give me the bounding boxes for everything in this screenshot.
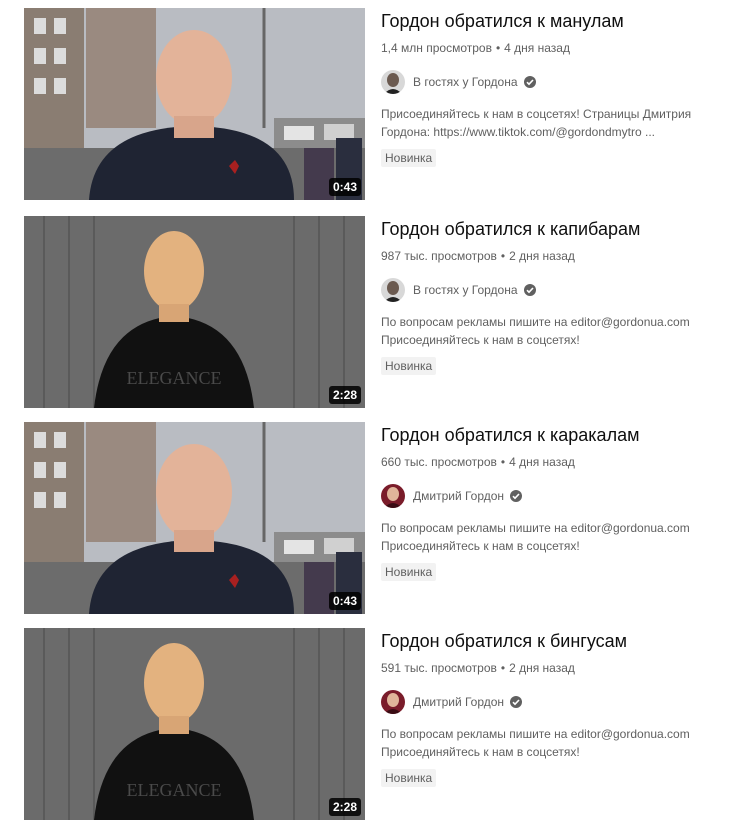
channel-name[interactable]: В гостях у Гордона [413,73,518,91]
video-title[interactable]: Гордон обратился к манулам [381,8,721,34]
view-count: 987 тыс. просмотров [381,249,497,263]
channel-avatar[interactable] [381,690,405,714]
video-meta: 1,4 млн просмотров • 4 дня назад [381,39,721,57]
video-thumbnail[interactable]: 0:43 [24,8,365,200]
description-line: Присоединяйтесь к нам в соцсетях! [381,745,580,759]
meta-separator: • [495,41,501,55]
video-title[interactable]: Гордон обратился к капибарам [381,216,721,242]
channel-avatar[interactable] [381,70,405,94]
video-description: Присоединяйтесь к нам в соцсетях! Страни… [381,105,721,141]
thumbnail-image: ELEGANCE [24,216,365,408]
video-title[interactable]: Гордон обратился к каракалам [381,422,721,448]
channel-link[interactable]: Дмитрий Гордон [381,690,721,714]
video-duration: 0:43 [328,178,361,196]
new-badge: Новинка [381,357,437,375]
upload-age: 4 дня назад [509,455,575,469]
video-thumbnail[interactable]: ELEGANCE 2:28 [24,216,365,408]
video-title[interactable]: Гордон обратился к бингусам [381,628,721,654]
verified-check-icon [523,283,537,297]
thumbnail-image: ELEGANCE [24,628,365,820]
channel-avatar[interactable] [381,484,405,508]
verified-check-icon [509,695,523,709]
video-meta: 987 тыс. просмотров • 2 дня назад [381,247,721,265]
channel-link[interactable]: В гостях у Гордона [381,70,721,94]
meta-separator: • [500,455,506,469]
video-duration: 2:28 [328,386,361,404]
description-line: По вопросам рекламы пишите на editor@gor… [381,727,690,741]
upload-age: 2 дня назад [509,661,575,675]
video-thumbnail[interactable]: ELEGANCE 2:28 [24,628,365,820]
video-description: По вопросам рекламы пишите на editor@gor… [381,519,721,555]
thumbnail-image [24,8,365,200]
channel-link[interactable]: Дмитрий Гордон [381,484,721,508]
video-description: По вопросам рекламы пишите на editor@gor… [381,313,721,349]
view-count: 660 тыс. просмотров [381,455,497,469]
new-badge: Новинка [381,563,437,581]
channel-link[interactable]: В гостях у Гордона [381,278,721,302]
description-line: Присоединяйтесь к нам в соцсетях! [381,539,580,553]
channel-name[interactable]: Дмитрий Гордон [413,487,504,505]
video-duration: 2:28 [328,798,361,816]
verified-check-icon [509,489,523,503]
upload-age: 4 дня назад [504,41,570,55]
shirt-print: ELEGANCE [127,368,222,388]
channel-name[interactable]: В гостях у Гордона [413,281,518,299]
channel-name[interactable]: Дмитрий Гордон [413,693,504,711]
meta-separator: • [500,661,506,675]
meta-separator: • [500,249,506,263]
new-badge: Новинка [381,769,437,787]
description-line: Присоединяйтесь к нам в соцсетях! [381,333,580,347]
description-line: Присоединяйтесь к нам в соцсетях! Страни… [381,107,692,121]
description-line: По вопросам рекламы пишите на editor@gor… [381,315,690,329]
view-count: 591 тыс. просмотров [381,661,497,675]
video-thumbnail[interactable]: 0:43 [24,422,365,614]
shirt-print: ELEGANCE [127,780,222,800]
new-badge: Новинка [381,149,437,167]
verified-check-icon [523,75,537,89]
video-duration: 0:43 [328,592,361,610]
channel-avatar[interactable] [381,278,405,302]
video-meta: 660 тыс. просмотров • 4 дня назад [381,453,721,471]
video-description: По вопросам рекламы пишите на editor@gor… [381,725,721,761]
view-count: 1,4 млн просмотров [381,41,492,55]
upload-age: 2 дня назад [509,249,575,263]
description-line: Гордона: https://www.tiktok.com/@gordond… [381,125,656,139]
description-line: По вопросам рекламы пишите на editor@gor… [381,521,690,535]
video-meta: 591 тыс. просмотров • 2 дня назад [381,659,721,677]
thumbnail-image [24,422,365,614]
